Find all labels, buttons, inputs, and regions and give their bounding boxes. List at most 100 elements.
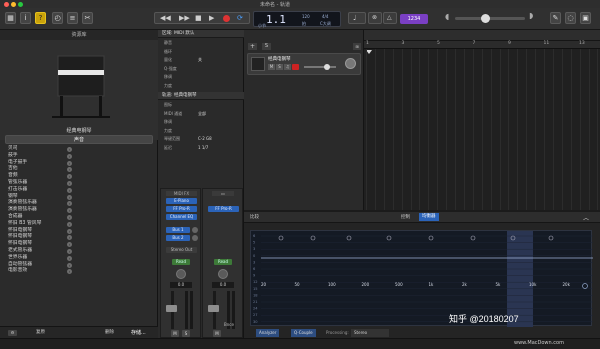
count-in-button[interactable]: ⊗ (368, 12, 382, 24)
send-bus-2[interactable]: Bus 2 (166, 235, 190, 241)
sound-category-item[interactable]: 怀旧电钢琴 › (0, 241, 158, 248)
collapse-icon[interactable]: ︿ (583, 213, 589, 222)
zoom-button[interactable] (18, 2, 23, 7)
output-plugin-slot[interactable]: FF Pro-R (208, 206, 239, 212)
save-button[interactable]: 存储... (131, 329, 146, 336)
analyzer-button[interactable]: Analyzer (256, 329, 280, 337)
metronome-button[interactable]: △ (383, 12, 397, 24)
media-browser-button[interactable]: ▣ (580, 12, 591, 24)
global-solo-button[interactable]: S (262, 43, 271, 50)
tracks-area[interactable]: 1 3 5 7 9 11 13 (364, 41, 600, 210)
stop-icon[interactable]: ■ (195, 14, 202, 22)
settings-icon[interactable]: ⚙ (8, 330, 17, 336)
sound-category-item[interactable]: 贝司 › (0, 146, 158, 153)
play-icon[interactable]: ▶ (209, 14, 214, 22)
inspector-value[interactable]: 1 1/7 (198, 145, 208, 150)
automation-mode[interactable]: Read (172, 259, 190, 265)
sound-category[interactable]: 声音 (5, 135, 153, 144)
record-enable-button[interactable] (292, 64, 299, 70)
track-header-row[interactable]: 经典电钢琴 M S ♫ (247, 53, 361, 75)
help-button[interactable]: ? (35, 12, 46, 24)
sound-category-item[interactable]: 电子鼓手 › (0, 160, 158, 167)
volume-knob[interactable] (481, 14, 490, 23)
eq-tab[interactable]: 均衡器 (419, 213, 439, 221)
eq-band-handle[interactable] (278, 235, 284, 241)
notepad-button[interactable]: ✎ (550, 12, 561, 24)
eq-thumb[interactable]: ▭ (212, 191, 234, 196)
gain-knob[interactable] (582, 283, 588, 289)
sound-category-item[interactable]: 吉他 › (0, 166, 158, 173)
sound-category-item[interactable]: 鼓手 › (0, 153, 158, 160)
track-volume-slider[interactable] (304, 64, 336, 70)
eq-band-handle[interactable] (470, 235, 476, 241)
inspector-value[interactable]: C-2 G8 (198, 136, 212, 141)
processing-select[interactable]: Stereo (351, 329, 389, 337)
inspector-button[interactable]: i (20, 12, 31, 24)
plugin-slot-2[interactable]: Channel EQ (166, 214, 197, 220)
output-mute-button[interactable]: M (213, 330, 221, 337)
editors-button[interactable]: ✂ (82, 12, 93, 24)
record-icon[interactable] (223, 15, 230, 22)
sound-category-item[interactable]: 电影音效 › (0, 268, 158, 275)
loop-browser-button[interactable]: ◌ (565, 12, 576, 24)
track-volume-knob[interactable] (324, 64, 330, 70)
output-pan-knob[interactable] (218, 269, 228, 279)
region-header[interactable]: 区域: MIDI 默认 (158, 30, 244, 38)
eq-band-handle[interactable] (428, 235, 434, 241)
eq-curve[interactable]: 65303691215182124273020 50 100 200 500 1k 2k 5k… (251, 231, 593, 327)
cycle-icon[interactable]: ⟳ (237, 14, 243, 22)
tuner-button[interactable]: ♩ (348, 12, 366, 24)
volume-fader[interactable] (166, 305, 177, 312)
headphones-icon[interactable]: ♫ (284, 64, 291, 70)
sound-category-item[interactable]: 怀旧 B3 管风琴 › (0, 221, 158, 228)
catch-playhead-icon[interactable]: ⊞ (353, 43, 361, 50)
sound-category-item[interactable]: 音频 › (0, 173, 158, 180)
control-tab[interactable]: 控制 (401, 214, 410, 220)
lcd-display[interactable]: 1.1 小节 120 拍 4/4 C大调 (253, 11, 341, 28)
add-track-button[interactable]: + (248, 43, 257, 50)
output-slot[interactable]: Stereo Out (166, 247, 197, 253)
compare-button[interactable]: 比较 (250, 214, 259, 220)
pan-knob[interactable] (176, 269, 186, 279)
sound-category-item[interactable]: 打击乐器 › (0, 187, 158, 194)
midi-fx-slot[interactable]: MIDI FX (166, 191, 197, 196)
track-solo-button[interactable]: S (276, 64, 283, 70)
eq-band-handle[interactable] (310, 235, 316, 241)
output-automation-mode[interactable]: Read (214, 259, 232, 265)
send-knob-2[interactable] (192, 235, 198, 241)
smart-controls-button[interactable]: ◴ (52, 12, 63, 24)
send-bus-1[interactable]: Bus 1 (166, 227, 190, 233)
counter-badge[interactable]: 1234 (400, 14, 428, 24)
eq-band-handle[interactable] (346, 235, 352, 241)
solo-button[interactable]: S (182, 330, 190, 337)
q-couple-button[interactable]: Q-Couple (291, 329, 316, 337)
rewind-icon[interactable]: ◀◀ (160, 14, 171, 22)
sound-category-item[interactable]: 老式管乐器 › (0, 248, 158, 255)
track-header[interactable]: 轨道: 经典电钢琴 (158, 92, 244, 100)
bounce-button[interactable]: Bnce (224, 322, 234, 327)
output-fader[interactable] (208, 305, 219, 312)
plugin-slot-1[interactable]: FF Pro-R (166, 206, 197, 212)
minimize-button[interactable] (11, 2, 16, 7)
track-mute-button[interactable]: M (268, 64, 275, 70)
revert-button[interactable]: 复原 (36, 329, 45, 335)
ruler[interactable]: 1 3 5 7 9 11 13 (364, 41, 600, 49)
sound-category-item[interactable]: 合成器 › (0, 214, 158, 221)
eq-band-handle[interactable] (548, 235, 554, 241)
inspector-value[interactable]: 关 (198, 57, 202, 63)
track-pan-knob[interactable] (345, 58, 356, 69)
track-name[interactable]: 经典电钢琴 (268, 56, 291, 62)
forward-icon[interactable]: ▶▶ (179, 14, 190, 22)
sound-category-item[interactable]: 演奏管弦乐器 › (0, 207, 158, 214)
sound-category-item[interactable]: 世界乐器 › (0, 255, 158, 262)
eq-band-handle[interactable] (386, 235, 392, 241)
eq-graph[interactable]: 6 5 3 0 3 6 9 12 15 18 21 24 27 30 20 50 100 200 500 1k 2k 5k… (250, 230, 593, 327)
master-volume-slider[interactable] (455, 14, 525, 23)
mute-button[interactable]: M (171, 330, 179, 337)
delete-button[interactable]: 删除 (105, 329, 114, 335)
instrument-slot[interactable]: E-Piano (166, 198, 197, 204)
sound-category-item[interactable]: 管弦乐器 › (0, 180, 158, 187)
send-knob-1[interactable] (192, 227, 198, 233)
library-button[interactable]: ▦ (5, 12, 16, 24)
close-button[interactable] (4, 2, 9, 7)
